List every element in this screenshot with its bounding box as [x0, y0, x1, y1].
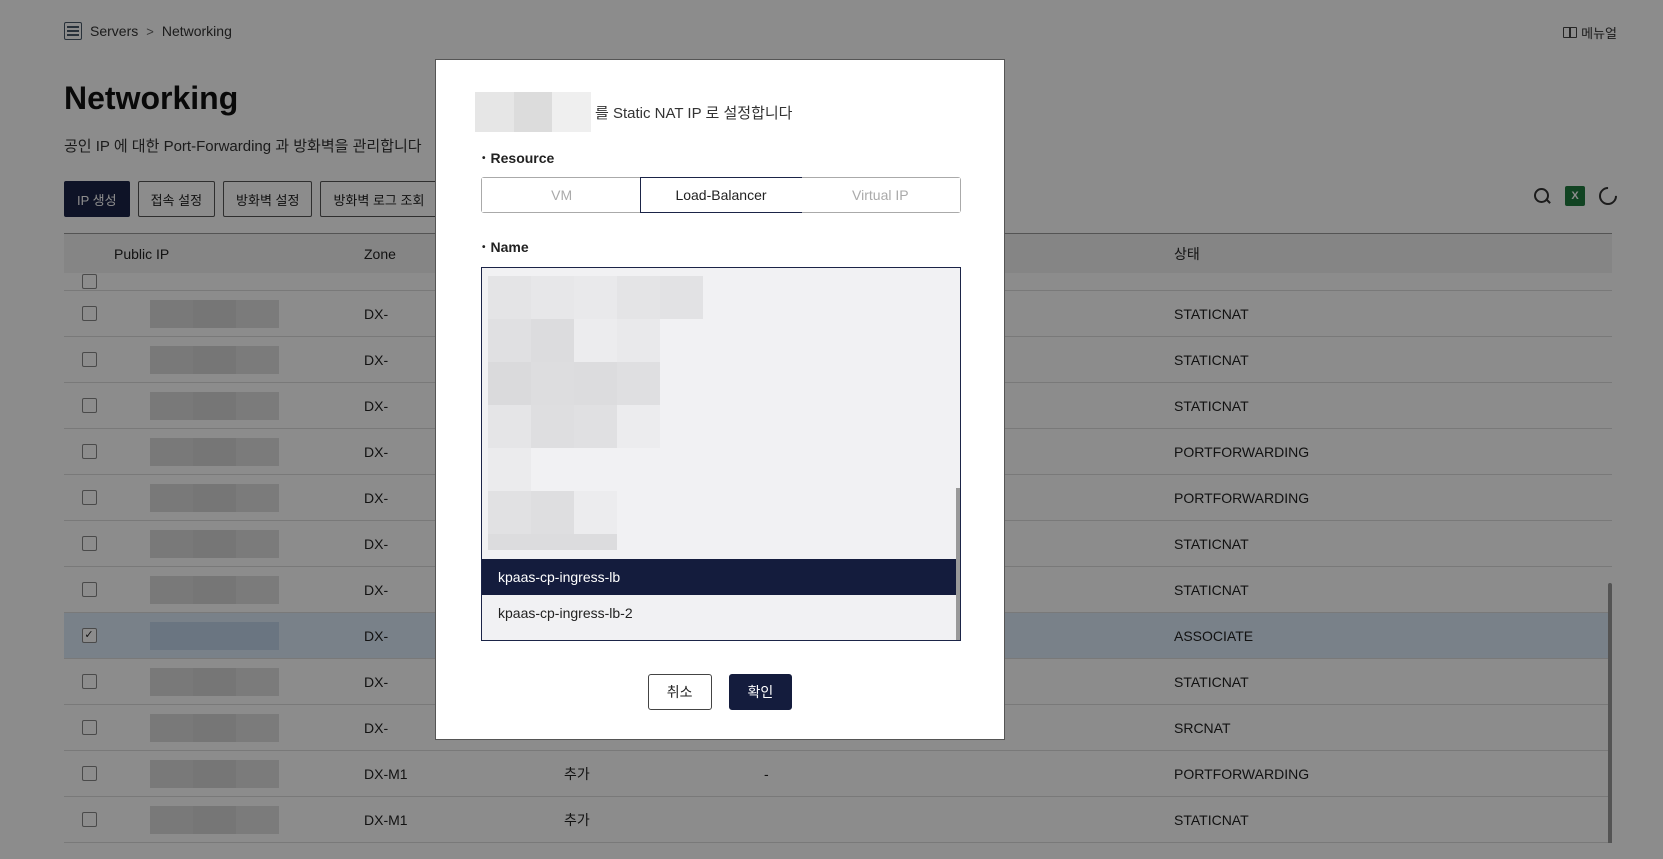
- cancel-button[interactable]: 취소: [647, 674, 712, 710]
- resource-option-load-balancer[interactable]: Load-Balancer: [640, 177, 802, 213]
- listbox-scrollbar[interactable]: [956, 488, 960, 640]
- resource-option-virtual-ip[interactable]: Virtual IP: [800, 178, 960, 212]
- dialog-message-text: 를 Static NAT IP 로 설정합니다: [595, 104, 793, 122]
- redacted-ip: [475, 92, 592, 132]
- list-item-kpaas-cp-ingress-lb[interactable]: kpaas-cp-ingress-lb: [482, 559, 956, 595]
- static-nat-dialog: 를 Static NAT IP 로 설정합니다 Resource VM Load…: [435, 59, 1005, 740]
- resource-segmented-control: VM Load-Balancer Virtual IP: [481, 177, 961, 213]
- resource-option-vm[interactable]: VM: [482, 178, 642, 212]
- redacted-list-items: [488, 276, 703, 550]
- confirm-button[interactable]: 확인: [728, 674, 793, 710]
- dialog-message: 를 Static NAT IP 로 설정합니다: [475, 92, 792, 132]
- name-label: Name: [482, 239, 529, 255]
- name-listbox[interactable]: kpaas-cp-ingress-lb kpaas-cp-ingress-lb-…: [481, 267, 961, 641]
- resource-label: Resource: [482, 150, 555, 166]
- dialog-actions: 취소 확인: [436, 674, 1004, 710]
- list-item-kpaas-cp-ingress-lb-2[interactable]: kpaas-cp-ingress-lb-2: [482, 595, 956, 631]
